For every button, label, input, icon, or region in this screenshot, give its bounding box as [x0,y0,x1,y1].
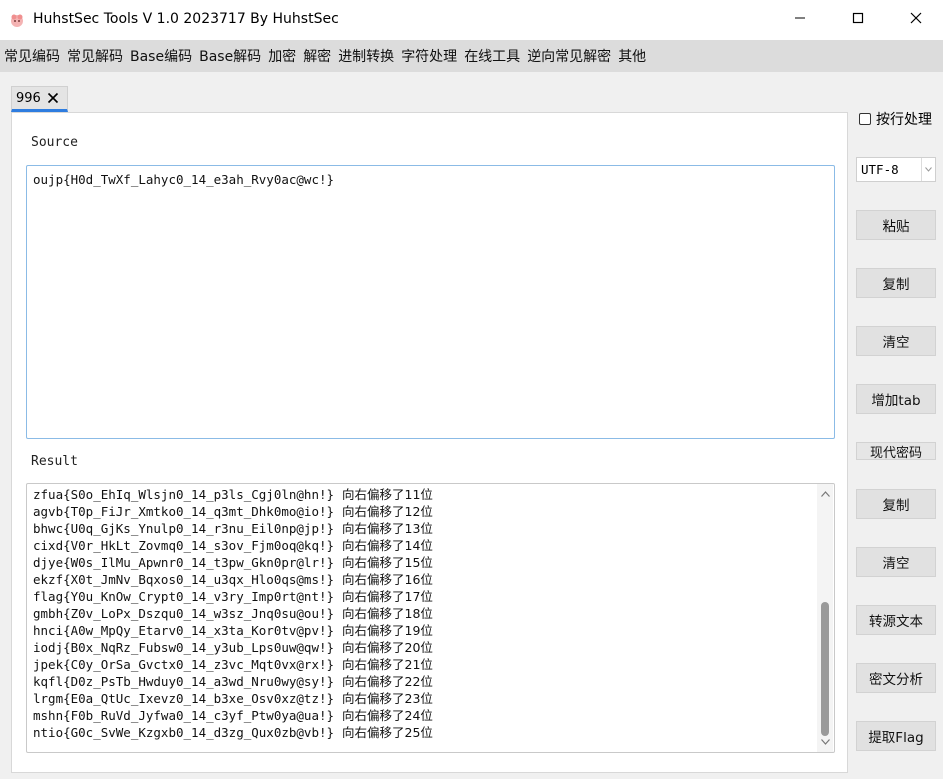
title-bar: HuhstSec Tools V 1.0 2023717 By HuhstSec [0,0,943,40]
result-line: ekzf{X0t_JmNv_Bqxos0_14_u3qx_Hlo0qs@ms!}… [33,571,433,588]
result-line-code: hnci{A0w_MpQy_Etarv0_14_x3ta_Kor0tv@pv!} [33,623,335,638]
result-line: kqfl{D0z_PsTb_Hwduy0_14_a3wd_Nru0wy@sy!}… [33,673,433,690]
result-line-code: gmbh{Z0v_LoPx_Dszqu0_14_w3sz_Jnq0su@ou!} [33,606,335,621]
menu-other[interactable]: 其他 [618,46,646,66]
clear-result-button[interactable]: 清空 [856,547,936,577]
copy-result-button[interactable]: 复制 [856,489,936,519]
tab-996[interactable]: 996 [11,86,68,112]
menu-reverse-decrypt[interactable]: 逆向常见解密 [527,46,611,66]
app-logo-icon [9,12,25,28]
menu-string-processing[interactable]: 字符处理 [401,46,457,66]
close-window-button[interactable] [887,0,943,40]
result-line: flag{Y0u_KnOw_Crypt0_14_v3ry_Imp0rt@nt!}… [33,588,433,605]
menu-common-encode[interactable]: 常见编码 [4,46,60,66]
result-label: Result [31,454,78,469]
add-tab-button[interactable]: 增加tab [856,384,936,414]
result-line-shift: 向右偏移了12位 [342,504,433,519]
result-line: lrgm{E0a_QtUc_Ixevz0_14_b3xe_Osv0xz@tz!}… [33,690,433,707]
encoding-value: UTF-8 [861,162,899,177]
menu-bar: 常见编码 常见解码 Base编码 Base解码 加密 解密 进制转换 字符处理 … [0,40,943,72]
scroll-thumb[interactable] [821,602,829,736]
result-line: ntio{G0c_SvWe_Kzgxb0_14_d3zg_Qux0zb@vb!}… [33,724,433,741]
maximize-icon [852,12,864,28]
result-line-code: zfua{S0o_EhIq_Wlsjn0_14_p3ls_Cgj0ln@hn!} [33,487,335,502]
cipher-analysis-button[interactable]: 密文分析 [856,663,936,693]
result-line-code: ntio{G0c_SvWe_Kzgxb0_14_d3zg_Qux0zb@vb!} [33,725,335,740]
result-line: zfua{S0o_EhIq_Wlsjn0_14_p3ls_Cgj0ln@hn!}… [33,486,433,503]
copy-source-button[interactable]: 复制 [856,268,936,298]
right-control-panel: 按行处理 UTF-8 粘贴 复制 清空 增加tab 现代密码 复制 清空 转源文… [848,100,943,779]
result-line-shift: 向右偏移了17位 [342,589,433,604]
result-line-code: agvb{T0p_FiJr_Xmtko0_14_q3mt_Dhk0mo@io!} [33,504,335,519]
scroll-track[interactable] [821,502,829,736]
result-line-shift: 向右偏移了19位 [342,623,433,638]
result-line-shift: 向右偏移了20位 [342,640,433,655]
result-line-shift: 向右偏移了11位 [342,487,433,502]
result-line: djye{W0s_IlMu_Apwnr0_14_t3pw_Gkn0pr@lr!}… [33,554,433,571]
line-mode-checkbox[interactable]: 按行处理 [859,109,932,129]
result-line-shift: 向右偏移了15位 [342,555,433,570]
minimize-icon [794,12,806,28]
clear-source-button[interactable]: 清空 [856,326,936,356]
extract-flag-button[interactable]: 提取Flag [856,721,936,751]
result-line: agvb{T0p_FiJr_Xmtko0_14_q3mt_Dhk0mo@io!}… [33,503,433,520]
paste-button[interactable]: 粘贴 [856,210,936,240]
chevron-down-icon[interactable] [921,158,935,181]
tab-close-icon[interactable] [47,92,59,104]
result-line-code: bhwc{U0q_GjKs_Ynulp0_14_r3nu_Eil0np@jp!} [33,521,335,536]
checkbox-box[interactable] [859,113,871,125]
result-line-shift: 向右偏移了25位 [342,725,433,740]
result-line-code: ekzf{X0t_JmNv_Bqxos0_14_u3qx_Hlo0qs@ms!} [33,572,335,587]
result-line-code: jpek{C0y_OrSa_Gvctx0_14_z3vc_Mqt0vx@rx!} [33,657,335,672]
result-scrollbar[interactable] [817,484,833,752]
minimize-button[interactable] [771,0,828,40]
result-line-shift: 向右偏移了24位 [342,708,433,723]
result-textarea[interactable]: zfua{S0o_EhIq_Wlsjn0_14_p3ls_Cgj0ln@hn!}… [26,483,835,753]
source-label: Source [31,135,78,150]
result-line: jpek{C0y_OrSa_Gvctx0_14_z3vc_Mqt0vx@rx!}… [33,656,433,673]
result-line-shift: 向右偏移了13位 [342,521,433,536]
result-line-shift: 向右偏移了21位 [342,657,433,672]
result-line: hnci{A0w_MpQy_Etarv0_14_x3ta_Kor0tv@pv!}… [33,622,433,639]
line-mode-label: 按行处理 [876,112,932,128]
to-source-button[interactable]: 转源文本 [856,605,936,635]
menu-encrypt[interactable]: 加密 [268,46,296,66]
menu-base-decode[interactable]: Base解码 [199,46,261,66]
result-line-shift: 向右偏移了22位 [342,674,433,689]
result-line: iodj{B0x_NqRz_Fubsw0_14_y3ub_Lps0uw@qw!}… [33,639,433,656]
result-line-code: kqfl{D0z_PsTb_Hwduy0_14_a3wd_Nru0wy@sy!} [33,674,335,689]
result-line: gmbh{Z0v_LoPx_Dszqu0_14_w3sz_Jnq0su@ou!}… [33,605,433,622]
source-textarea[interactable]: oujp{H0d_TwXf_Lahyc0_14_e3ah_Rvy0ac@wc!} [26,165,835,439]
maximize-button[interactable] [829,0,886,40]
menu-decrypt[interactable]: 解密 [303,46,331,66]
scroll-down-icon[interactable] [817,734,833,750]
window-title: HuhstSec Tools V 1.0 2023717 By HuhstSec [33,11,339,27]
tab-label: 996 [16,90,41,106]
scroll-up-icon[interactable] [817,486,833,502]
result-lines: zfua{S0o_EhIq_Wlsjn0_14_p3ls_Cgj0ln@hn!}… [33,486,433,741]
menu-base-conversion[interactable]: 进制转换 [338,46,394,66]
close-icon [910,12,922,28]
menu-online-tools[interactable]: 在线工具 [464,46,520,66]
modern-crypto-button[interactable]: 现代密码 [856,442,936,461]
result-line-code: lrgm{E0a_QtUc_Ixevz0_14_b3xe_Osv0xz@tz!} [33,691,335,706]
main-panel: Source oujp{H0d_TwXf_Lahyc0_14_e3ah_Rvy0… [11,112,848,773]
tab-bar: 996 [0,72,943,112]
result-line: mshn{F0b_RuVd_Jyfwa0_14_c3yf_Ptw0ya@ua!}… [33,707,433,724]
encoding-select[interactable]: UTF-8 [856,157,936,182]
result-line-code: djye{W0s_IlMu_Apwnr0_14_t3pw_Gkn0pr@lr!} [33,555,335,570]
result-line-shift: 向右偏移了16位 [342,572,433,587]
result-line: cixd{V0r_HkLt_Zovmq0_14_s3ov_Fjm0oq@kq!}… [33,537,433,554]
menu-common-decode[interactable]: 常见解码 [67,46,123,66]
result-line-shift: 向右偏移了18位 [342,606,433,621]
result-line-shift: 向右偏移了23位 [342,691,433,706]
result-line-code: flag{Y0u_KnOw_Crypt0_14_v3ry_Imp0rt@nt!} [33,589,335,604]
result-line-code: cixd{V0r_HkLt_Zovmq0_14_s3ov_Fjm0oq@kq!} [33,538,335,553]
menu-base-encode[interactable]: Base编码 [130,46,192,66]
result-line-shift: 向右偏移了14位 [342,538,433,553]
result-line: bhwc{U0q_GjKs_Ynulp0_14_r3nu_Eil0np@jp!}… [33,520,433,537]
result-line-code: mshn{F0b_RuVd_Jyfwa0_14_c3yf_Ptw0ya@ua!} [33,708,335,723]
result-line-code: iodj{B0x_NqRz_Fubsw0_14_y3ub_Lps0uw@qw!} [33,640,335,655]
